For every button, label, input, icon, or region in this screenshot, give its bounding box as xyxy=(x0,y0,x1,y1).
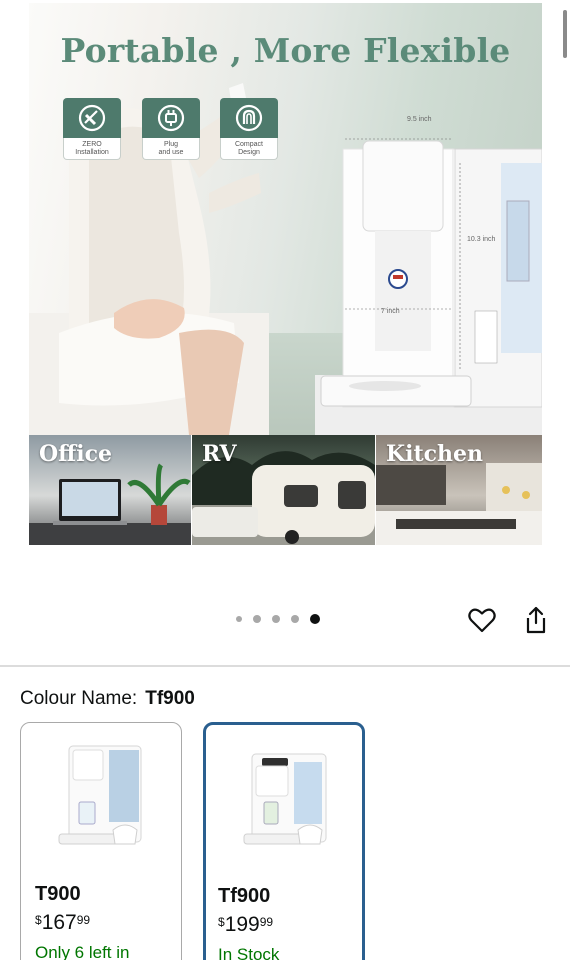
water-dispenser-illustration xyxy=(320,138,542,408)
favorite-button[interactable] xyxy=(467,605,497,635)
price-currency: $ xyxy=(218,915,225,929)
share-icon xyxy=(526,606,546,634)
scene-rv: RV xyxy=(192,435,375,545)
scene-label-rv: RV xyxy=(202,441,237,467)
variant-price: $19999 xyxy=(218,913,273,937)
scene-label-office: Office xyxy=(39,441,112,467)
price-currency: $ xyxy=(35,913,42,927)
scene-office: Office xyxy=(29,435,191,545)
product-image-carousel[interactable]: Portable , More Flexible ZERO Installati… xyxy=(29,3,542,545)
no-tool-icon xyxy=(63,98,121,138)
dispenser-thumbnail-image xyxy=(58,745,142,845)
colour-name-label: Colour Name: xyxy=(20,688,138,709)
dispenser-thumbnail-image xyxy=(243,753,327,845)
variant-price: $16799 xyxy=(35,911,90,935)
dimension-width: 9.5 inch xyxy=(407,116,432,123)
badge-plug-and-use: Plug and use xyxy=(141,98,201,160)
scene-label-kitchen: Kitchen xyxy=(386,441,484,467)
carousel-dot-active[interactable] xyxy=(310,614,320,624)
variant-stock-status: In Stock xyxy=(218,945,280,960)
carousel-dot[interactable] xyxy=(236,616,242,622)
price-cents: 99 xyxy=(259,915,274,929)
scrollbar[interactable] xyxy=(563,10,567,58)
carousel-indicator[interactable] xyxy=(236,614,320,624)
compact-design-icon xyxy=(220,98,278,138)
badge-caption: Plug and use xyxy=(142,138,200,160)
price-whole: 167 xyxy=(41,911,77,934)
dimension-depth: 7 inch xyxy=(381,308,400,315)
badge-caption: ZERO Installation xyxy=(63,138,121,160)
badge-zero-installation: ZERO Installation xyxy=(62,98,122,160)
plug-icon xyxy=(142,98,200,138)
share-button[interactable] xyxy=(521,605,551,635)
scene-kitchen: Kitchen xyxy=(376,435,542,545)
variant-name: T900 xyxy=(35,883,81,905)
colour-name-value: Tf900 xyxy=(145,688,195,709)
badge-caption: Compact Design xyxy=(220,138,278,160)
price-whole: 199 xyxy=(224,913,260,936)
dimension-height: 10.3 inch xyxy=(467,236,496,243)
variant-thumbnail xyxy=(21,723,181,873)
carousel-dot[interactable] xyxy=(291,615,299,623)
price-cents: 99 xyxy=(76,913,91,927)
carousel-dot[interactable] xyxy=(272,615,280,623)
variant-card-t900[interactable]: T900 $16799 Only 6 left in xyxy=(20,722,182,960)
variant-stock-status: Only 6 left in xyxy=(35,943,130,960)
badge-compact-design: Compact Design xyxy=(219,98,279,160)
variant-card-tf900-selected[interactable]: Tf900 $19999 In Stock xyxy=(203,722,365,960)
hero-headline: Portable , More Flexible xyxy=(60,31,511,70)
variant-thumbnail xyxy=(206,725,362,875)
variant-name: Tf900 xyxy=(218,885,271,907)
colour-name-row: Colour Name: Tf900 xyxy=(20,688,195,710)
section-divider xyxy=(0,665,570,667)
heart-icon xyxy=(468,608,496,633)
carousel-dot[interactable] xyxy=(253,615,261,623)
